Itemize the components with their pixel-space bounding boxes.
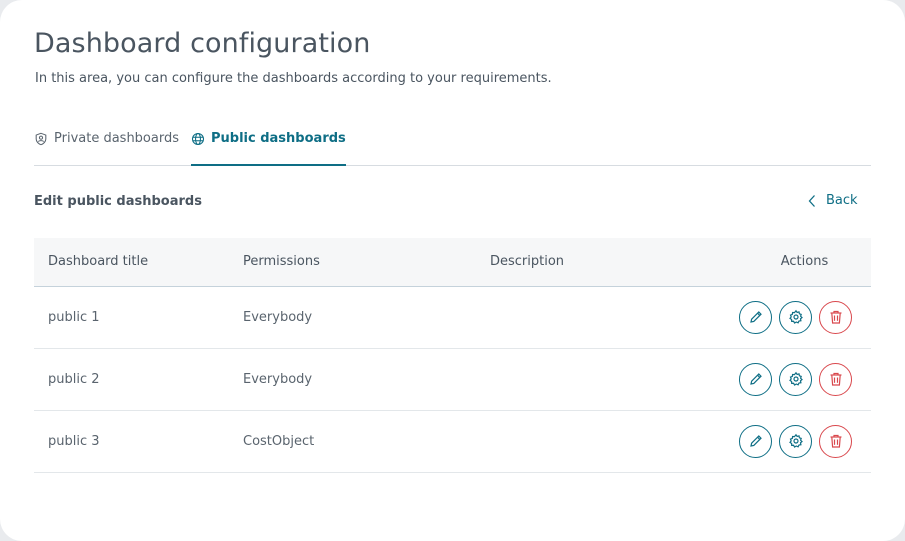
cell-actions xyxy=(676,410,871,472)
table-row: public 3 CostObject xyxy=(34,410,871,472)
section-title: Edit public dashboards xyxy=(34,194,202,209)
row-actions xyxy=(690,300,871,334)
pencil-icon xyxy=(748,309,764,325)
page-subtitle: In this area, you can configure the dash… xyxy=(35,71,552,86)
trash-icon xyxy=(828,371,844,387)
cell-permissions: CostObject xyxy=(243,433,315,449)
cell-dashboard-title: public 3 xyxy=(48,433,100,449)
settings-button[interactable] xyxy=(779,300,812,334)
table-row: public 1 Everybody xyxy=(34,286,871,348)
shield-user-icon xyxy=(35,132,47,146)
header-description: Description xyxy=(490,254,565,270)
tab-bar: Private dashboards Public dashboards xyxy=(34,128,871,166)
row-actions xyxy=(690,424,871,458)
delete-button[interactable] xyxy=(819,300,852,334)
cell-permissions: Everybody xyxy=(243,371,313,387)
header-dashboard-title: Dashboard title xyxy=(48,254,149,270)
back-label: Back xyxy=(826,193,858,208)
row-actions xyxy=(690,362,871,396)
globe-icon xyxy=(191,132,205,146)
cell-dashboard-title: public 2 xyxy=(48,371,100,387)
edit-button[interactable] xyxy=(739,424,772,458)
cell-description xyxy=(476,410,676,472)
cell-dashboard-title: public 1 xyxy=(48,309,100,325)
header-permissions: Permissions xyxy=(243,254,320,270)
tab-public-label: Public dashboards xyxy=(211,131,346,146)
cell-description xyxy=(476,348,676,410)
header-actions: Actions xyxy=(780,254,829,270)
settings-button[interactable] xyxy=(779,362,812,396)
trash-icon xyxy=(828,433,844,449)
tab-public-dashboards[interactable]: Public dashboards xyxy=(191,128,346,166)
delete-button[interactable] xyxy=(819,424,852,458)
cell-permissions: Everybody xyxy=(243,309,313,325)
delete-button[interactable] xyxy=(819,362,852,396)
edit-button[interactable] xyxy=(739,362,772,396)
tab-private-label: Private dashboards xyxy=(54,131,179,146)
config-card: Dashboard configuration In this area, yo… xyxy=(0,0,905,541)
trash-icon xyxy=(828,309,844,325)
cell-description xyxy=(476,286,676,348)
cell-actions xyxy=(676,348,871,410)
gear-icon xyxy=(788,371,804,387)
tab-private-dashboards[interactable]: Private dashboards xyxy=(34,128,179,166)
dashboards-table: Dashboard title Permissions Description … xyxy=(34,238,871,473)
page-title: Dashboard configuration xyxy=(34,28,371,59)
edit-button[interactable] xyxy=(739,300,772,334)
gear-icon xyxy=(788,433,804,449)
chevron-left-icon xyxy=(808,194,815,207)
table-header-row: Dashboard title Permissions Description … xyxy=(34,238,871,286)
pencil-icon xyxy=(748,371,764,387)
pencil-icon xyxy=(748,433,764,449)
back-button[interactable]: Back xyxy=(807,193,858,208)
gear-icon xyxy=(788,309,804,325)
cell-actions xyxy=(676,286,871,348)
settings-button[interactable] xyxy=(779,424,812,458)
table-row: public 2 Everybody xyxy=(34,348,871,410)
